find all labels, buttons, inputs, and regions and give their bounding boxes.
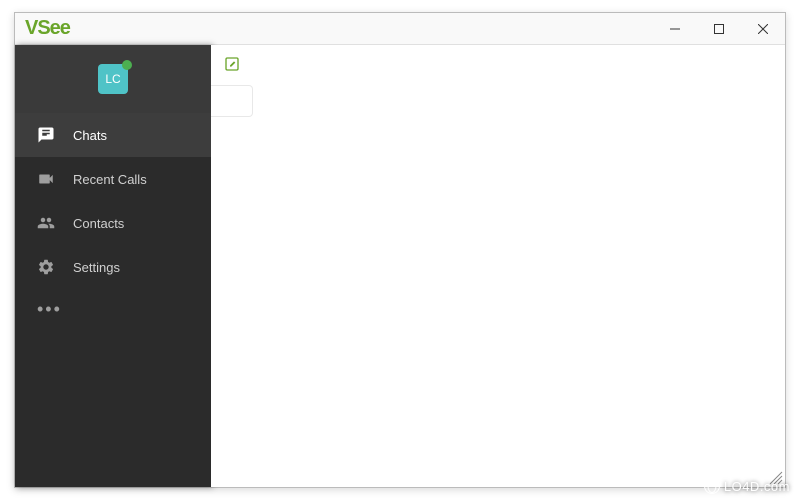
people-icon [37,214,55,232]
sidebar-item-label: Chats [73,128,107,143]
sidebar: LC Chats Recent Calls [15,45,211,487]
chat-card-fragment [211,85,253,117]
sidebar-item-settings[interactable]: Settings [15,245,211,289]
watermark-text: LO4D.com [724,479,790,494]
sidebar-item-chats[interactable]: Chats [15,113,211,157]
watermark: LO4D.com [704,478,790,494]
sidebar-item-label: Contacts [73,216,124,231]
compose-icon [224,56,240,72]
sidebar-item-label: Recent Calls [73,172,147,187]
window-controls [653,13,785,44]
titlebar: VSee [15,13,785,45]
video-icon [37,170,55,188]
sidebar-item-contacts[interactable]: Contacts [15,201,211,245]
globe-icon [704,478,720,494]
maximize-button[interactable] [697,13,741,44]
avatar-initials: LC [105,72,120,86]
presence-indicator [122,60,132,70]
sidebar-more-button[interactable]: ••• [15,289,211,329]
more-icon: ••• [37,299,62,320]
compose-button[interactable] [221,53,243,75]
avatar: LC [98,64,128,94]
app-window: VSee LC [14,12,786,488]
content-area [211,45,785,487]
close-button[interactable] [741,13,785,44]
sidebar-item-label: Settings [73,260,120,275]
minimize-button[interactable] [653,13,697,44]
sidebar-item-recent-calls[interactable]: Recent Calls [15,157,211,201]
gear-icon [37,258,55,276]
chat-icon [37,126,55,144]
app-logo: VSee [25,17,70,40]
profile-section[interactable]: LC [15,45,211,113]
